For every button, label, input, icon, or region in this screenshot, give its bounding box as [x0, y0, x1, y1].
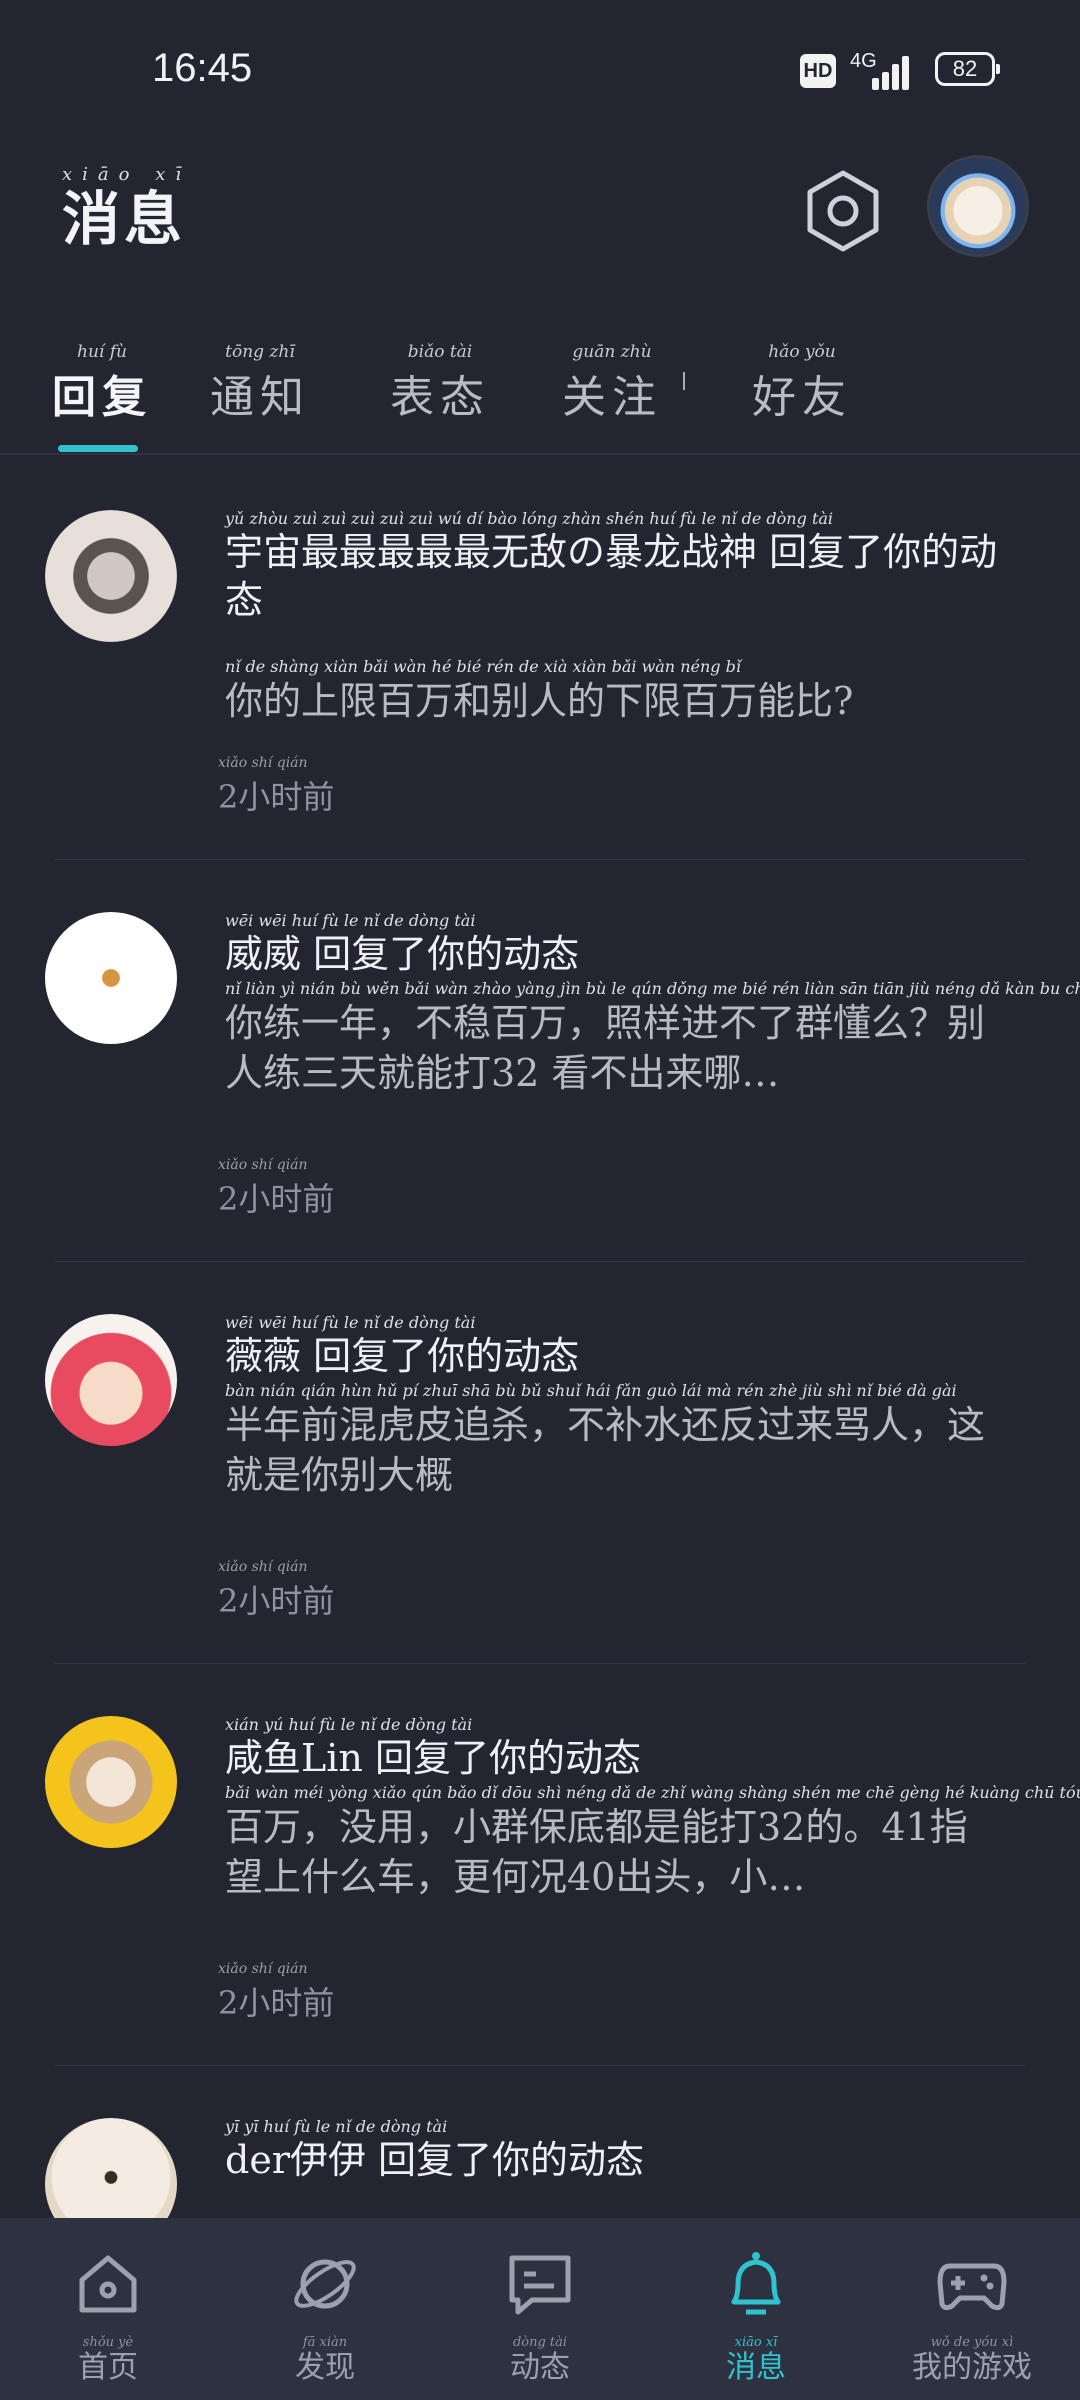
- tab-pinyin: guān zhù: [572, 342, 652, 362]
- header-pinyin: xián yú huí fù le nǐ de dòng tài: [225, 1715, 473, 1734]
- message-time: 2小时前: [218, 778, 335, 816]
- bottom-nav: shǒu yè 首页 fā xiàn 发现 dòng tài 动态 xiāo x…: [0, 2218, 1080, 2400]
- gamepad-icon: [937, 2263, 1007, 2311]
- message-body: 半年前混虎皮追杀，不补水还反过来骂人，这就是你别大概: [225, 1403, 986, 1497]
- header-pinyin: yǔ zhòu zuì zuì zuì zuì zuì wú dí bào ló…: [225, 509, 834, 528]
- body-pinyin: bàn nián qián hùn hǔ pí zhuī shā bù bǔ s…: [225, 1381, 957, 1400]
- home-icon: [79, 2255, 137, 2313]
- tab-label: 回复: [52, 372, 152, 423]
- tab-pinyin: hǎo yǒu: [768, 342, 836, 362]
- message-header: 威威 回复了你的动态: [225, 932, 580, 976]
- list-item[interactable]: yǔ zhòu zuì zuì zuì zuì zuì wú dí bào ló…: [0, 458, 1080, 860]
- body-pinyin: nǐ liàn yì nián bù wěn bǎi wàn zhào yàng…: [225, 979, 1080, 998]
- battery-icon: 82: [935, 52, 1000, 86]
- time-pinyin: xiǎo shí qián: [218, 1559, 308, 1575]
- tab-label: 表态: [390, 372, 490, 423]
- nav-label: 发现: [295, 2350, 355, 2385]
- avatar[interactable]: [45, 510, 177, 642]
- nav-messages[interactable]: xiāo xī 消息: [686, 2248, 826, 2386]
- message-header: 宇宙最最最最最无敌の暴龙战神 回复了你的动态: [225, 530, 998, 622]
- nav-my-games[interactable]: wǒ de yóu xì 我的游戏: [902, 2248, 1042, 2386]
- header-pinyin: yī yī huí fù le nǐ de dòng tài: [225, 2117, 448, 2136]
- settings-icon[interactable]: [800, 168, 886, 254]
- avatar[interactable]: [45, 912, 177, 1044]
- message-body: 你练一年，不稳百万，照样进不了群懂么？别人练三天就能打32 看不出来哪…: [225, 1001, 986, 1095]
- hd-icon: HD: [800, 54, 836, 88]
- status-time: 16:45: [152, 46, 253, 90]
- bell-icon: [731, 2252, 781, 2315]
- tab-label: 好友: [752, 372, 852, 423]
- time-pinyin: xiǎo shí qián: [218, 1961, 308, 1977]
- nav-pinyin: dòng tài: [512, 2335, 568, 2350]
- message-time: 2小时前: [218, 1984, 335, 2022]
- nav-feed[interactable]: dòng tài 动态: [470, 2248, 610, 2386]
- header-pinyin: wēi wēi huí fù le nǐ de dòng tài: [225, 911, 476, 930]
- tab-pinyin: tōng zhī: [225, 342, 295, 362]
- active-tab-indicator: [58, 445, 138, 452]
- avatar[interactable]: [45, 2118, 177, 2218]
- page-title-text: 消息: [62, 185, 187, 253]
- planet-icon: [294, 2259, 356, 2309]
- tab-notice[interactable]: tōng zhī 通知: [210, 343, 310, 425]
- message-body: 百万，没用，小群保底都是能打32的。41指望上什么车，更何况40出头，小…: [225, 1805, 968, 1899]
- message-header: der伊伊 回复了你的动态: [225, 2138, 645, 2182]
- body-pinyin: bǎi wàn méi yòng xiǎo qún bǎo dǐ dōu shì…: [225, 1783, 1080, 1802]
- nav-pinyin: wǒ de yóu xì: [930, 2335, 1014, 2350]
- tab-reaction[interactable]: biǎo tài 表态: [390, 343, 490, 425]
- nav-pinyin: fā xiàn: [302, 2335, 348, 2350]
- user-avatar[interactable]: [930, 158, 1026, 254]
- nav-home[interactable]: shǒu yè 首页: [38, 2248, 178, 2386]
- tab-follow[interactable]: guān zhù 关注: [562, 343, 662, 425]
- nav-label: 消息: [726, 2350, 786, 2385]
- nav-label: 动态: [510, 2350, 570, 2385]
- signal-icon: [872, 54, 920, 90]
- chat-icon: [509, 2255, 571, 2315]
- body-pinyin: nǐ de shàng xiàn bǎi wàn hé bié rén de x…: [225, 657, 741, 676]
- avatar[interactable]: [45, 1716, 177, 1848]
- nav-label: 首页: [78, 2350, 138, 2385]
- header-pinyin: wēi wēi huí fù le nǐ de dòng tài: [225, 1313, 476, 1332]
- message-time: 2小时前: [218, 1582, 335, 1620]
- page-title-pinyin: xiāo xī: [62, 164, 192, 185]
- tab-divider: [683, 372, 685, 390]
- message-body: 你的上限百万和别人的下限百万能比?: [225, 679, 854, 723]
- message-list[interactable]: yǔ zhòu zuì zuì zuì zuì zuì wú dí bào ló…: [0, 458, 1080, 2218]
- nav-pinyin: shǒu yè: [82, 2335, 134, 2350]
- nav-pinyin: xiāo xī: [734, 2335, 778, 2350]
- tab-friends[interactable]: hǎo yǒu 好友: [752, 343, 852, 425]
- tab-label: 通知: [210, 372, 310, 423]
- list-item[interactable]: yī yī huí fù le nǐ de dòng tài der伊伊 回复了…: [0, 2066, 1080, 2218]
- list-item[interactable]: xián yú huí fù le nǐ de dòng tài 咸鱼Lin 回…: [0, 1664, 1080, 2066]
- page-title: xiāo xī 消息: [62, 166, 191, 254]
- list-item[interactable]: wēi wēi huí fù le nǐ de dòng tài 威威 回复了你…: [0, 860, 1080, 1262]
- tabs-divider: [0, 453, 1080, 455]
- nav-label: 我的游戏: [912, 2350, 1032, 2385]
- avatar[interactable]: [45, 1314, 177, 1446]
- time-pinyin: xiǎo shí qián: [218, 755, 308, 771]
- status-bar: 16:45 HD 4G 82: [0, 0, 1080, 140]
- message-header: 咸鱼Lin 回复了你的动态: [225, 1736, 641, 1780]
- tab-pinyin: huí fù: [77, 342, 127, 362]
- message-header: 薇薇 回复了你的动态: [225, 1334, 580, 1378]
- time-pinyin: xiǎo shí qián: [218, 1157, 308, 1173]
- tab-reply[interactable]: huí fù 回复: [52, 343, 152, 425]
- tab-label: 关注: [562, 372, 662, 423]
- message-time: 2小时前: [218, 1180, 335, 1218]
- tab-bar: huí fù 回复 tōng zhī 通知 biǎo tài 表态 guān z…: [0, 335, 1080, 455]
- nav-discover[interactable]: fā xiàn 发现: [255, 2248, 395, 2386]
- tab-pinyin: biǎo tài: [407, 342, 473, 362]
- list-item[interactable]: wēi wēi huí fù le nǐ de dòng tài 薇薇 回复了你…: [0, 1262, 1080, 1664]
